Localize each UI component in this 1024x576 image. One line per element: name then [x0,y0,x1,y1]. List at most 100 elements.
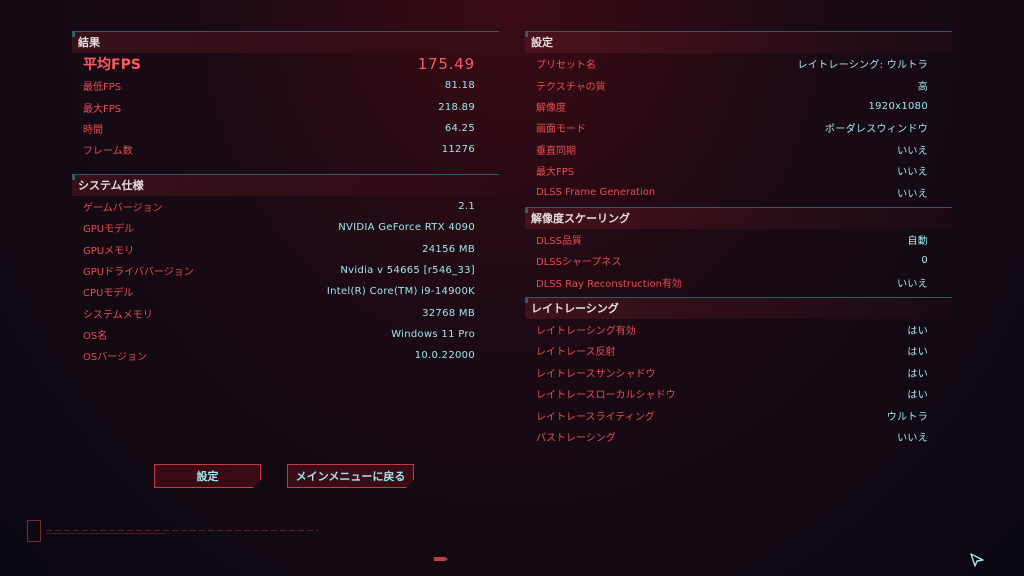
results-section: 結果 平均FPS 175.49 最低FPS 81.18 最大FPS 218.89… [72,31,499,161]
row-label: ゲームバージョン [83,202,163,214]
row-label: DLSS Ray Reconstruction有効 [536,278,682,290]
system-spec-header: システム仕様 [72,173,499,196]
row-label: 最大FPS [83,103,122,115]
row-value: いいえ [897,145,928,157]
system-row: OSバージョン 10.0.22000 [83,345,475,366]
row-value: はい [907,326,928,338]
settings-row: 解像度 1920x1080 [536,96,928,117]
row-value: いいえ [897,433,928,445]
row-label: GPUモデル [83,224,135,236]
row-label: GPUドライババージョン [83,266,194,278]
row-value: 高 [917,81,928,93]
row-label: OSバージョン [83,352,148,364]
avg-fps-value: 175.49 [417,55,475,73]
row-label: レイトレーシング有効 [536,326,636,338]
row-value: 10.0.22000 [414,350,475,362]
row-value: いいえ [897,278,928,290]
system-row: OS名 Windows 11 Pro [83,324,475,345]
row-value: ボーダレスウィンドウ [825,124,928,136]
row-value: はい [907,368,928,380]
row-value: 2.1 [458,200,475,212]
row-label: レイトレースサンシャドウ [536,368,656,380]
row-label: 最大FPS [536,167,575,179]
decorative-divider [46,530,318,531]
row-label: システムメモリ [83,309,153,321]
scaling-row: DLSS Ray Reconstruction有効 いいえ [536,272,928,293]
results-row: 時間 64.25 [83,118,475,139]
raytracing-header: レイトレーシング [525,296,952,319]
scaling-row: DLSSシャープネス 0 [536,250,928,271]
row-label: 画面モード [536,124,586,136]
row-value: NVIDIA GeForce RTX 4090 [338,222,475,234]
scaling-section: 解像度スケーリング DLSS品質 自動 DLSSシャープネス 0 DLSS Ra… [525,206,952,293]
row-value: ウルトラ [886,411,928,423]
decorative-divider [46,533,166,534]
row-value: 0 [921,255,928,267]
system-row: GPUモデル NVIDIA GeForce RTX 4090 [83,217,475,238]
system-row: CPUモデル Intel(R) Core(TM) i9-14900K [83,281,475,302]
row-label: レイトレースローカルシャドウ [536,390,676,402]
row-label: CPUモデル [83,288,134,300]
cursor-arrow-icon [970,553,984,567]
results-row: 最大FPS 218.89 [83,96,475,117]
row-value: 81.18 [444,80,475,92]
raytracing-row: レイトレースサンシャドウ はい [536,362,928,383]
settings-section: 設定 プリセット名 レイトレーシング: ウルトラ テクスチャの質 高 解像度 1… [525,31,952,203]
row-label: 最低FPS [83,82,122,94]
row-label: 垂直同期 [536,145,576,157]
settings-row: 最大FPS いいえ [536,160,928,181]
version-badge-icon [27,520,41,542]
settings-button[interactable]: 設定 [154,464,261,488]
row-label: 時間 [83,124,103,136]
settings-row: テクスチャの質 高 [536,74,928,95]
avg-fps-label: 平均FPS [83,57,141,73]
row-value: いいえ [897,188,928,200]
system-row: GPUメモリ 24156 MB [83,238,475,259]
results-header: 結果 [72,31,499,53]
row-label: テクスチャの質 [536,81,606,93]
row-value: 24156 MB [422,243,475,255]
arrow-marker-icon [434,557,448,561]
raytracing-row: レイトレースライティング ウルトラ [536,404,928,425]
row-label: DLSS品質 [536,235,582,247]
settings-header: 設定 [525,31,952,53]
row-label: レイトレース反射 [536,347,616,359]
system-row: GPUドライババージョン Nvidia v 54665 [r546_33] [83,260,475,281]
row-label: 解像度 [536,102,566,114]
row-value: 218.89 [438,101,475,113]
main-menu-button[interactable]: メインメニューに戻る [287,464,414,488]
settings-row: 垂直同期 いいえ [536,139,928,160]
row-label: DLSSシャープネス [536,257,622,269]
system-row: ゲームバージョン 2.1 [83,196,475,217]
row-label: パストレーシング [536,433,616,445]
scaling-header: 解像度スケーリング [525,206,952,229]
row-label: DLSS Frame Generation [536,186,656,198]
raytracing-section: レイトレーシング レイトレーシング有効 はい レイトレース反射 はい レイトレー… [525,296,952,447]
settings-row: 画面モード ボーダレスウィンドウ [536,117,928,138]
row-value: 64.25 [444,122,475,134]
results-row: 最低FPS 81.18 [83,75,475,96]
row-value: Windows 11 Pro [391,329,475,341]
results-row: フレーム数 11276 [83,139,475,160]
raytracing-row: レイトレース反射 はい [536,340,928,361]
raytracing-row: パストレーシング いいえ [536,426,928,447]
row-value: レイトレーシング: ウルトラ [797,60,928,72]
row-label: フレーム数 [83,146,133,158]
raytracing-row: レイトレースローカルシャドウ はい [536,383,928,404]
system-spec-section: システム仕様 ゲームバージョン 2.1 GPUモデル NVIDIA GeForc… [72,173,499,367]
settings-row: プリセット名 レイトレーシング: ウルトラ [536,53,928,74]
settings-row: DLSS Frame Generation いいえ [536,181,928,202]
row-value: はい [907,347,928,359]
row-value: Nvidia v 54665 [r546_33] [340,264,475,276]
right-panel: 設定 プリセット名 レイトレーシング: ウルトラ テクスチャの質 高 解像度 1… [525,31,952,447]
row-label: プリセット名 [536,60,596,72]
row-label: GPUメモリ [83,245,135,257]
row-value: いいえ [897,167,928,179]
row-value: Intel(R) Core(TM) i9-14900K [326,286,475,298]
scaling-row: DLSS品質 自動 [536,229,928,250]
row-value: はい [907,390,928,402]
left-panel: 結果 平均FPS 175.49 最低FPS 81.18 最大FPS 218.89… [72,31,499,367]
row-value: 11276 [441,144,475,156]
row-label: レイトレースライティング [536,411,655,423]
raytracing-row: レイトレーシング有効 はい [536,319,928,340]
